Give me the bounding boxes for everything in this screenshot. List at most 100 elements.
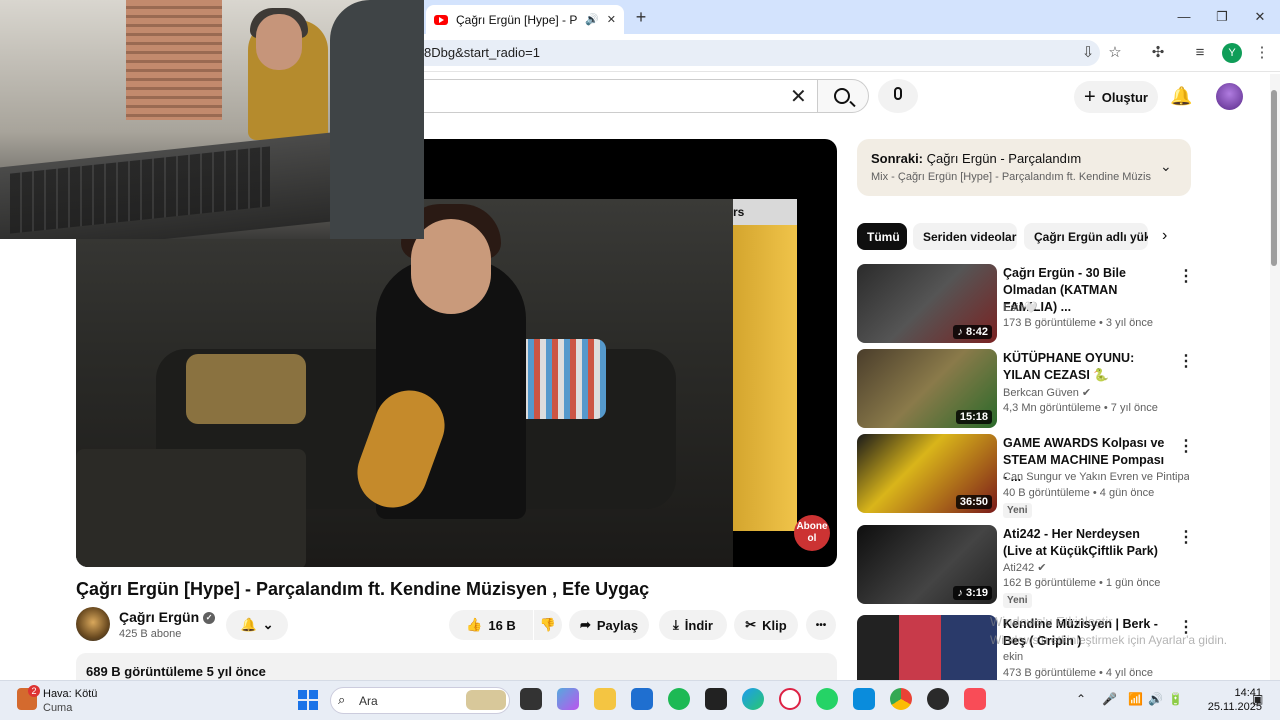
account-avatar[interactable] — [1216, 83, 1243, 110]
rec-channel[interactable]: Esin🤍 — [1003, 301, 1189, 314]
download-icon: ⤓ — [673, 617, 679, 632]
obs-icon[interactable] — [927, 688, 949, 710]
prime-video-icon[interactable] — [853, 688, 875, 710]
chrome-icon[interactable] — [890, 688, 912, 710]
battery-icon[interactable]: 🔋 — [1168, 692, 1183, 706]
search-icon: ⌕ — [338, 692, 346, 707]
notification-center-icon[interactable]: ▣ — [1252, 692, 1263, 706]
speaker-icon[interactable]: 🔊 — [585, 13, 599, 26]
up-next-video-title: Çağrı Ergün - Parçalandım — [926, 151, 1082, 166]
microphone-tray-icon[interactable]: 🎤 — [1102, 692, 1117, 706]
subscribe-watermark[interactable]: Abone ol — [794, 515, 830, 551]
webcam-overlay — [0, 0, 424, 239]
download-button[interactable]: ⤓ İndir — [659, 610, 727, 640]
chip-all[interactable]: Tümü — [857, 223, 907, 250]
clip-button[interactable]: ✂ Klip — [734, 610, 798, 640]
subscriber-count: 425 B abone — [119, 628, 182, 640]
profile-avatar[interactable]: Y — [1222, 43, 1242, 63]
rec-channel[interactable]: Berkcan Güven ✔ — [1003, 386, 1189, 399]
chip-series[interactable]: Seriden videolar — [913, 223, 1017, 250]
dislike-button[interactable]: 👎 — [534, 610, 562, 640]
scissors-icon: ✂ — [745, 617, 757, 632]
rec-thumbnail[interactable]: 15:18 — [857, 349, 997, 428]
channel-name[interactable]: Çağrı Ergün ✓ — [119, 609, 216, 625]
install-app-icon[interactable]: ⇩ — [1078, 43, 1098, 63]
rec-more-icon[interactable]: ⋮ — [1178, 266, 1194, 286]
channel-name-text[interactable]: Çağrı Ergün — [119, 609, 199, 625]
file-explorer-icon[interactable] — [594, 688, 616, 710]
windows-start-icon[interactable] — [298, 690, 318, 710]
rec-channel[interactable]: Ati242 ✔ — [1003, 561, 1189, 574]
chevron-right-icon[interactable]: › — [1162, 227, 1167, 245]
download-label: İndir — [684, 617, 713, 633]
tray-chevron-up-icon[interactable]: ⌃ — [1076, 692, 1086, 706]
url-text[interactable]: 8Dbg&start_radio=1 — [424, 45, 540, 60]
volume-icon[interactable]: 🔊 — [1148, 692, 1163, 706]
chip-channel-uploads[interactable]: Çağrı Ergün adlı yükle — [1024, 223, 1148, 250]
more-actions-button[interactable]: ••• — [806, 610, 836, 640]
spotify-icon[interactable] — [668, 688, 690, 710]
rec-more-icon[interactable]: ⋮ — [1178, 436, 1194, 456]
rec-thumbnail[interactable] — [857, 615, 997, 680]
voice-search-button[interactable] — [878, 79, 918, 113]
edge-icon[interactable] — [742, 688, 764, 710]
rec-thumbnail[interactable]: ♪ 8:42 — [857, 264, 997, 343]
epic-games-icon[interactable] — [705, 688, 727, 710]
wifi-icon[interactable]: 📶 — [1128, 692, 1143, 706]
window-close-button[interactable]: ✕ — [1248, 6, 1272, 28]
minimize-button[interactable]: — — [1172, 6, 1196, 28]
rec-title[interactable]: Ati242 - Her Nerdeysen (Live at KüçükÇif… — [1003, 526, 1171, 560]
rec-more-icon[interactable]: ⋮ — [1178, 527, 1194, 547]
share-button[interactable]: ➦ Paylaş — [569, 610, 649, 640]
tab-close-icon[interactable]: ✕ — [607, 13, 616, 26]
search-highlight-icon[interactable] — [466, 690, 506, 710]
browser-menu-icon[interactable]: ⋮ — [1252, 43, 1272, 63]
create-label: Oluştur — [1101, 89, 1148, 105]
create-button[interactable]: + Oluştur — [1074, 81, 1158, 113]
rec-meta: 473 B görüntüleme • 4 yıl önce — [1003, 667, 1153, 679]
yellow-side-panel — [733, 199, 797, 531]
search-input[interactable] — [420, 79, 818, 113]
side-panel-caption: rs — [733, 199, 797, 225]
opera-icon[interactable] — [779, 688, 801, 710]
search-icon — [834, 88, 850, 104]
like-button[interactable]: 👍 16 B — [449, 610, 533, 640]
striped-pillow-image — [516, 339, 606, 419]
up-next-label: Sonraki: — [871, 151, 924, 166]
restore-button[interactable]: ❐ — [1210, 6, 1234, 28]
like-count: 16 B — [488, 617, 516, 633]
rec-title[interactable]: KÜTÜPHANE OYUNU: YILAN CEZASI 🐍 — [1003, 350, 1171, 384]
window-blinds-image — [126, 0, 222, 120]
whatsapp-icon[interactable] — [816, 688, 838, 710]
table-image — [76, 449, 306, 567]
apple-music-icon[interactable] — [964, 688, 986, 710]
subscription-bell-button[interactable]: 🔔 ⌄ — [226, 610, 288, 640]
tab-title: Çağrı Ergün [Hype] - Parçala — [456, 12, 578, 27]
extensions-icon[interactable]: ✣ — [1148, 43, 1168, 63]
bookmark-star-icon[interactable]: ☆ — [1105, 43, 1125, 63]
chevron-down-icon[interactable]: ⌄ — [1160, 158, 1172, 175]
rec-channel[interactable]: ekin — [1003, 651, 1189, 663]
new-tab-button[interactable]: + — [630, 6, 652, 28]
weather-title[interactable]: Hava: Kötü — [43, 688, 97, 700]
microsoft-store-icon[interactable] — [631, 688, 653, 710]
up-next-panel[interactable] — [857, 139, 1191, 196]
rec-more-icon[interactable]: ⋮ — [1178, 351, 1194, 371]
channel-avatar[interactable] — [76, 607, 110, 641]
rec-thumbnail[interactable]: 36:50 — [857, 434, 997, 513]
clear-search-icon[interactable]: ✕ — [790, 84, 807, 109]
windows-activation-title: Windows'u Etkinleştir — [990, 614, 1113, 629]
youtube-favicon-icon — [434, 14, 448, 25]
notifications-bell-icon[interactable]: 🔔 — [1170, 86, 1192, 106]
thumbs-down-icon: 👎 — [539, 617, 557, 632]
media-controls-icon[interactable]: ≡ — [1190, 43, 1210, 63]
rec-thumbnail[interactable]: ♪ 3:19 — [857, 525, 997, 604]
task-view-icon[interactable] — [520, 688, 542, 710]
plus-icon: + — [1084, 85, 1096, 108]
scrollbar-thumb[interactable] — [1271, 90, 1277, 266]
rec-duration: ♪ 8:42 — [953, 325, 992, 339]
rec-channel[interactable]: Can Sungur ve Yakın Evren ve Pintipanda.… — [1003, 471, 1189, 483]
search-button[interactable] — [817, 79, 869, 113]
copilot-icon[interactable] — [557, 688, 579, 710]
tab-active[interactable]: Çağrı Ergün [Hype] - Parçala 🔊 ✕ — [426, 5, 624, 34]
